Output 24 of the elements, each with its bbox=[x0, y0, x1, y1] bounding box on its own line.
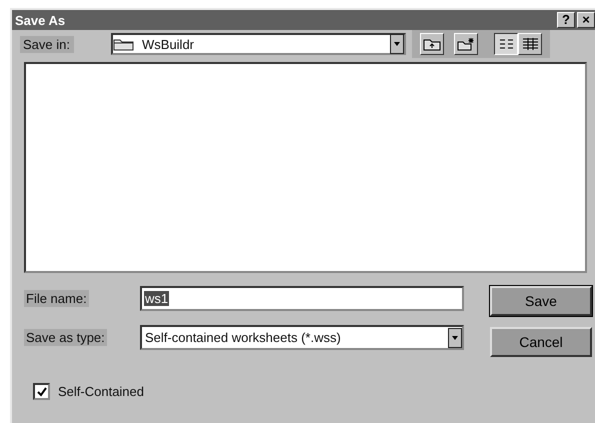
details-view-button[interactable] bbox=[518, 33, 542, 55]
file-type-dropdown[interactable]: Self-contained worksheets (*.wss) bbox=[140, 325, 464, 350]
folder-up-icon bbox=[423, 37, 441, 51]
save-in-label: Save in: bbox=[20, 36, 74, 52]
help-button[interactable]: ? bbox=[557, 12, 575, 28]
window-title: Save As bbox=[15, 12, 66, 28]
list-view-button[interactable] bbox=[494, 33, 518, 55]
file-name-label: File name: bbox=[24, 290, 89, 307]
save-as-type-label: Save as type: bbox=[24, 329, 107, 346]
list-view-icon bbox=[498, 37, 514, 51]
save-button[interactable]: Save bbox=[490, 286, 592, 316]
self-contained-checkbox[interactable] bbox=[33, 383, 50, 400]
checkmark-icon bbox=[36, 386, 46, 396]
cancel-button[interactable]: Cancel bbox=[490, 327, 592, 357]
new-folder-icon bbox=[457, 37, 475, 51]
file-name-field[interactable]: ws1 bbox=[140, 286, 464, 311]
folder-dropdown[interactable]: WsBuildr bbox=[111, 33, 406, 55]
self-contained-label: Self-Contained bbox=[58, 384, 144, 399]
new-folder-button[interactable] bbox=[454, 33, 478, 55]
file-list[interactable] bbox=[24, 62, 587, 273]
details-view-icon bbox=[522, 37, 538, 51]
folder-icon bbox=[113, 37, 135, 51]
close-button[interactable]: × bbox=[577, 12, 595, 28]
up-folder-button[interactable] bbox=[420, 33, 444, 55]
